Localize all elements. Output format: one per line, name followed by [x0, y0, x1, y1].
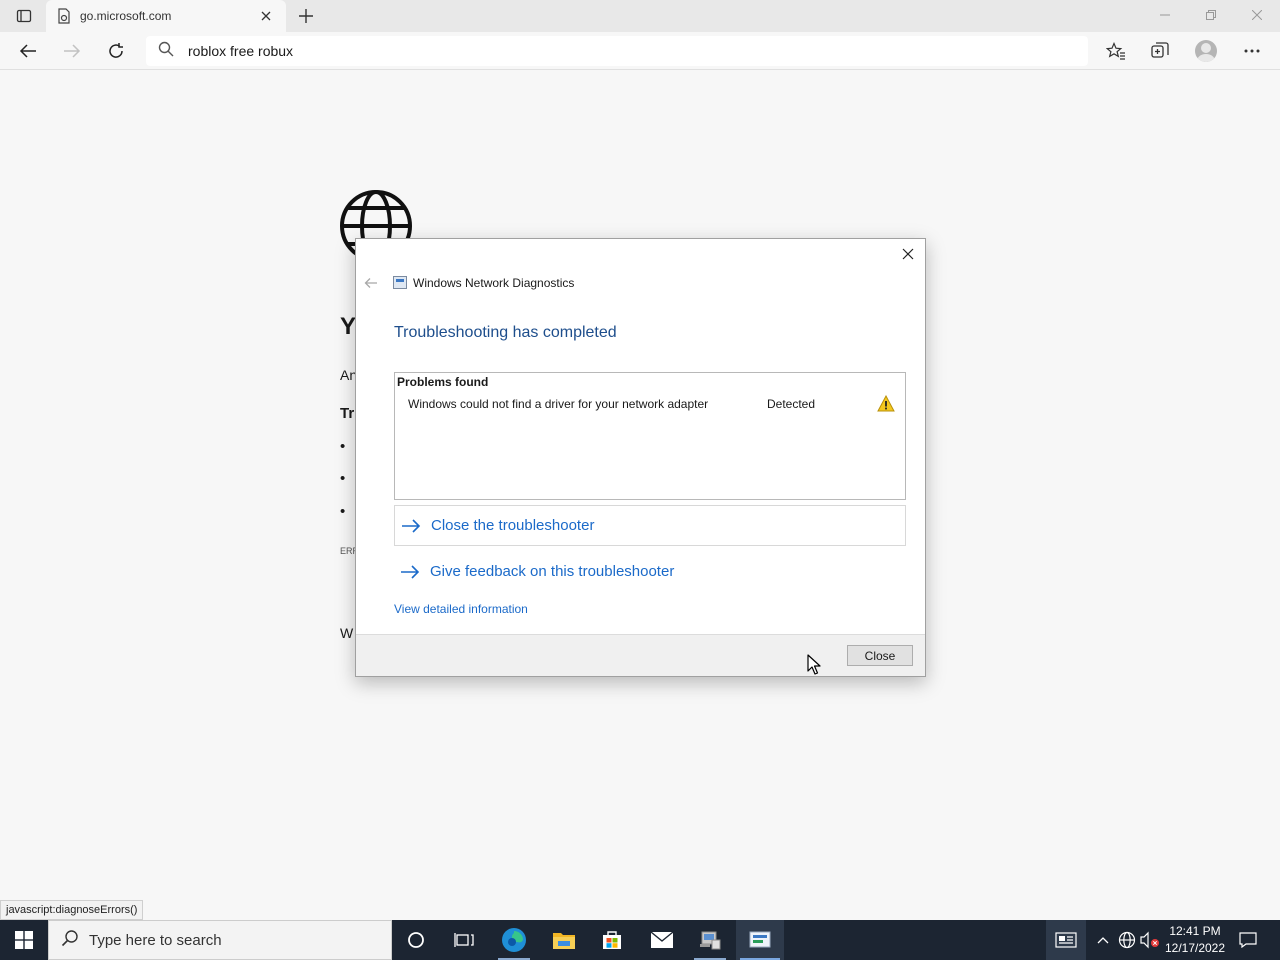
- address-bar[interactable]: roblox free robux: [146, 36, 1088, 66]
- view-details-link[interactable]: View detailed information: [394, 602, 528, 616]
- system-clock[interactable]: 12:41 PM 12/17/2022: [1163, 923, 1227, 957]
- problem-status: Detected: [767, 397, 816, 411]
- close-tab-icon[interactable]: [256, 6, 276, 26]
- close-button[interactable]: Close: [847, 645, 913, 666]
- taskbar-search-input[interactable]: Type here to search: [48, 920, 392, 960]
- dialog-close-icon[interactable]: [897, 243, 919, 265]
- status-url: javascript:diagnoseErrors(): [0, 900, 144, 920]
- navigation-bar: roblox free robux: [0, 32, 1280, 70]
- list-bullet: •: [340, 438, 346, 455]
- microsoft-store-icon[interactable]: [588, 920, 636, 960]
- diagnostics-app-icon: [393, 276, 407, 289]
- edge-icon[interactable]: [490, 920, 538, 960]
- problems-list: Problems found Windows could not find a …: [394, 372, 906, 500]
- restore-icon[interactable]: [1188, 0, 1234, 30]
- list-bullet: •: [340, 503, 346, 520]
- dialog-heading: Troubleshooting has completed: [394, 324, 617, 341]
- arrow-right-icon: [400, 563, 422, 581]
- taskbar: Type here to search 12:41 PM 12/17/2022: [0, 920, 1280, 960]
- chevron-up-icon[interactable]: [1092, 920, 1114, 960]
- volume-muted-icon[interactable]: [1139, 920, 1161, 960]
- page-footer-text: W: [340, 625, 354, 641]
- minimize-icon[interactable]: [1142, 0, 1188, 30]
- search-icon: [158, 41, 174, 62]
- news-widget-icon[interactable]: [1046, 920, 1086, 960]
- back-icon[interactable]: [12, 35, 44, 67]
- more-options-icon[interactable]: [1236, 35, 1268, 67]
- page-heading: Y: [340, 313, 357, 340]
- network-diagnostics-taskbar-icon[interactable]: [736, 920, 784, 960]
- window-controls: [1142, 0, 1280, 30]
- profile-button[interactable]: [1190, 35, 1222, 67]
- clock-date: 12/17/2022: [1164, 941, 1226, 955]
- list-bullet: •: [340, 470, 346, 487]
- notifications-icon[interactable]: [1234, 920, 1262, 960]
- avatar: [1195, 40, 1217, 62]
- forward-icon[interactable]: [56, 35, 88, 67]
- page-icon: [56, 8, 72, 24]
- cortana-icon[interactable]: [392, 920, 440, 960]
- close-troubleshooter-link[interactable]: Close the troubleshooter: [394, 505, 906, 546]
- start-button[interactable]: [0, 920, 48, 960]
- mouse-cursor-icon: [807, 654, 821, 681]
- collections-icon[interactable]: [1144, 35, 1176, 67]
- dialog-footer: Close: [356, 634, 925, 676]
- favorites-icon[interactable]: [1100, 35, 1132, 67]
- browser-tab[interactable]: go.microsoft.com: [46, 0, 286, 32]
- network-diagnostics-dialog: Windows Network Diagnostics Troubleshoot…: [355, 238, 926, 677]
- clock-time: 12:41 PM: [1169, 924, 1221, 938]
- new-tab-button[interactable]: [292, 4, 320, 28]
- file-explorer-icon[interactable]: [540, 920, 588, 960]
- arrow-right-icon: [401, 517, 423, 535]
- tab-actions-icon[interactable]: [8, 4, 40, 28]
- problems-header: Problems found: [397, 375, 489, 389]
- give-feedback-link[interactable]: Give feedback on this troubleshooter: [394, 551, 906, 592]
- address-text: roblox free robux: [188, 43, 294, 59]
- network-app-icon[interactable]: [686, 920, 734, 960]
- search-placeholder: Type here to search: [89, 931, 222, 949]
- close-window-icon[interactable]: [1234, 0, 1280, 30]
- close-troubleshooter-label: Close the troubleshooter: [431, 517, 595, 534]
- tab-strip: go.microsoft.com: [0, 0, 1280, 32]
- problem-description: Windows could not find a driver for your…: [408, 397, 709, 411]
- mail-icon[interactable]: [638, 920, 686, 960]
- search-icon: [61, 929, 79, 952]
- network-globe-icon[interactable]: [1116, 920, 1138, 960]
- give-feedback-label: Give feedback on this troubleshooter: [430, 563, 675, 580]
- dialog-title: Windows Network Diagnostics: [413, 276, 575, 290]
- warning-icon: [877, 394, 895, 413]
- dialog-back-icon[interactable]: [362, 275, 380, 291]
- page-subheading: Tr: [340, 405, 355, 422]
- windows-logo-icon: [15, 931, 33, 949]
- tab-title: go.microsoft.com: [80, 9, 172, 23]
- refresh-icon[interactable]: [100, 35, 132, 67]
- task-view-icon[interactable]: [440, 920, 488, 960]
